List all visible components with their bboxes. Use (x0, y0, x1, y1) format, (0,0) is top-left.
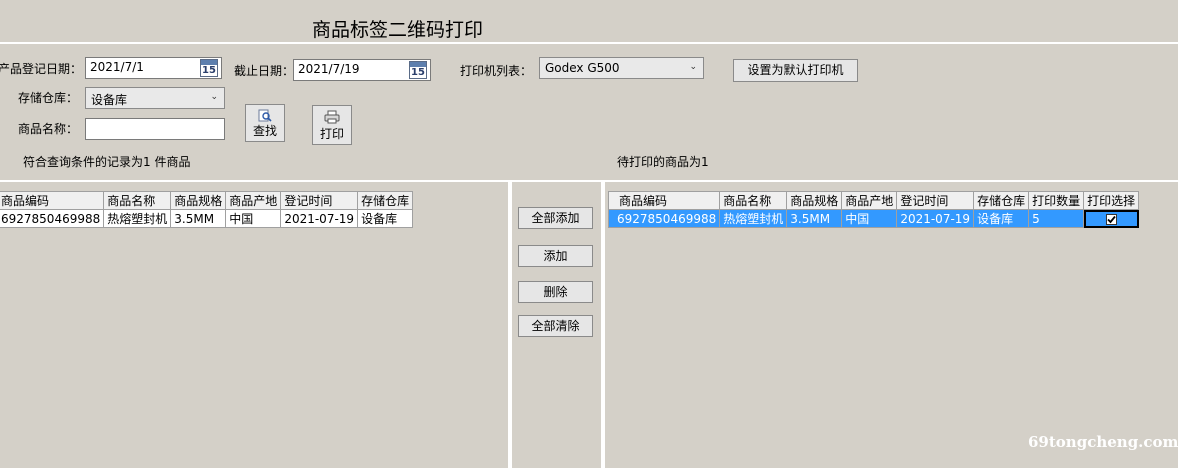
left-panel-divider (508, 182, 512, 468)
column-header[interactable]: 商品编码 (0, 191, 105, 210)
column-header[interactable]: 登记时间 (280, 191, 359, 210)
query-results-table[interactable]: 商品编码 商品名称 商品规格 商品产地 登记时间 存储仓库 6927850469… (0, 191, 414, 228)
right-panel-divider (601, 182, 605, 468)
printer-icon (324, 110, 340, 124)
end-date-label: 截止日期： (234, 64, 295, 78)
cell-warehouse[interactable]: 设备库 (357, 209, 414, 228)
column-header[interactable]: 商品规格 (170, 191, 227, 210)
search-icon (258, 109, 272, 122)
end-date-value: 2021/7/19 (298, 62, 360, 76)
set-default-printer-button[interactable]: 设置为默认打印机 (733, 59, 858, 82)
cell-print-select[interactable] (1083, 209, 1140, 228)
register-date-picker[interactable]: 2021/7/1 15 (85, 57, 222, 79)
column-header[interactable]: 商品产地 (225, 191, 282, 210)
column-header[interactable]: 商品规格 (786, 191, 843, 210)
table-row[interactable]: 6927850469988 热熔塑封机 3.5MM 中国 2021-07-19 … (0, 209, 414, 228)
cell-register-time[interactable]: 2021-07-19 (280, 209, 359, 228)
column-header[interactable]: 商品产地 (841, 191, 898, 210)
cell-warehouse[interactable]: 设备库 (973, 209, 1030, 228)
print-select-checkbox[interactable] (1105, 213, 1117, 225)
register-date-value: 2021/7/1 (90, 60, 144, 74)
cell-product-origin[interactable]: 中国 (841, 209, 898, 228)
calendar-icon[interactable]: 15 (409, 61, 427, 79)
cell-print-quantity[interactable]: 5 (1028, 209, 1085, 228)
product-name-input[interactable] (85, 118, 225, 140)
column-header[interactable]: 存储仓库 (357, 191, 414, 210)
calendar-icon[interactable]: 15 (200, 59, 218, 77)
column-header[interactable]: 商品名称 (103, 191, 172, 210)
warehouse-label: 存储仓库： (18, 91, 79, 105)
column-header[interactable]: 商品编码 (607, 191, 721, 210)
add-all-button[interactable]: 全部添加 (518, 207, 593, 229)
section-divider (0, 180, 1178, 182)
page-title: 商品标签二维码打印 (312, 19, 484, 41)
product-name-label: 商品名称： (18, 122, 79, 136)
chevron-down-icon: ⌄ (210, 92, 218, 102)
cell-product-spec[interactable]: 3.5MM (170, 209, 227, 228)
column-header[interactable]: 打印数量 (1028, 191, 1085, 210)
printer-value: Godex G500 (545, 61, 620, 75)
printer-select[interactable]: Godex G500 ⌄ (539, 57, 704, 79)
cell-product-name[interactable]: 热熔塑封机 (103, 209, 172, 228)
cell-product-spec[interactable]: 3.5MM (786, 209, 843, 228)
table-row[interactable]: 6927850469988 热熔塑封机 3.5MM 中国 2021-07-19 … (607, 209, 1140, 228)
cell-product-origin[interactable]: 中国 (225, 209, 282, 228)
column-header[interactable]: 打印选择 (1083, 191, 1140, 210)
header-divider (0, 42, 1178, 44)
left-result-count: 符合查询条件的记录为1 件商品 (23, 155, 191, 169)
cell-product-code[interactable]: 6927850469988 (607, 209, 721, 228)
add-button[interactable]: 添加 (518, 245, 593, 267)
table-header-row: 商品编码 商品名称 商品规格 商品产地 登记时间 存储仓库 (0, 191, 414, 210)
right-result-count: 待打印的商品为1 (617, 155, 709, 169)
column-header[interactable]: 登记时间 (896, 191, 975, 210)
chevron-down-icon: ⌄ (689, 62, 697, 72)
checkmark-icon (1106, 215, 1116, 223)
cell-register-time[interactable]: 2021-07-19 (896, 209, 975, 228)
print-button-label: 打印 (319, 127, 344, 141)
table-header-row: 商品编码 商品名称 商品规格 商品产地 登记时间 存储仓库 打印数量 打印选择 (607, 191, 1140, 210)
search-button-label: 查找 (252, 124, 277, 138)
end-date-picker[interactable]: 2021/7/19 15 (293, 59, 431, 81)
clear-all-button[interactable]: 全部清除 (518, 315, 593, 337)
watermark-text: 69tongcheng.com (1028, 433, 1178, 451)
warehouse-select[interactable]: 设备库 ⌄ (85, 87, 225, 109)
print-button[interactable]: 打印 (312, 105, 352, 145)
column-header[interactable]: 存储仓库 (973, 191, 1030, 210)
search-button[interactable]: 查找 (245, 104, 285, 142)
register-date-label: 产品登记日期： (0, 62, 83, 76)
warehouse-value: 设备库 (91, 93, 128, 107)
column-header[interactable]: 商品名称 (719, 191, 788, 210)
delete-button[interactable]: 删除 (518, 281, 593, 303)
cell-product-name[interactable]: 热熔塑封机 (719, 209, 788, 228)
print-queue-table[interactable]: 商品编码 商品名称 商品规格 商品产地 登记时间 存储仓库 打印数量 打印选择 … (607, 191, 1140, 228)
cell-product-code[interactable]: 6927850469988 (0, 209, 105, 228)
printer-label: 打印机列表： (460, 64, 533, 78)
